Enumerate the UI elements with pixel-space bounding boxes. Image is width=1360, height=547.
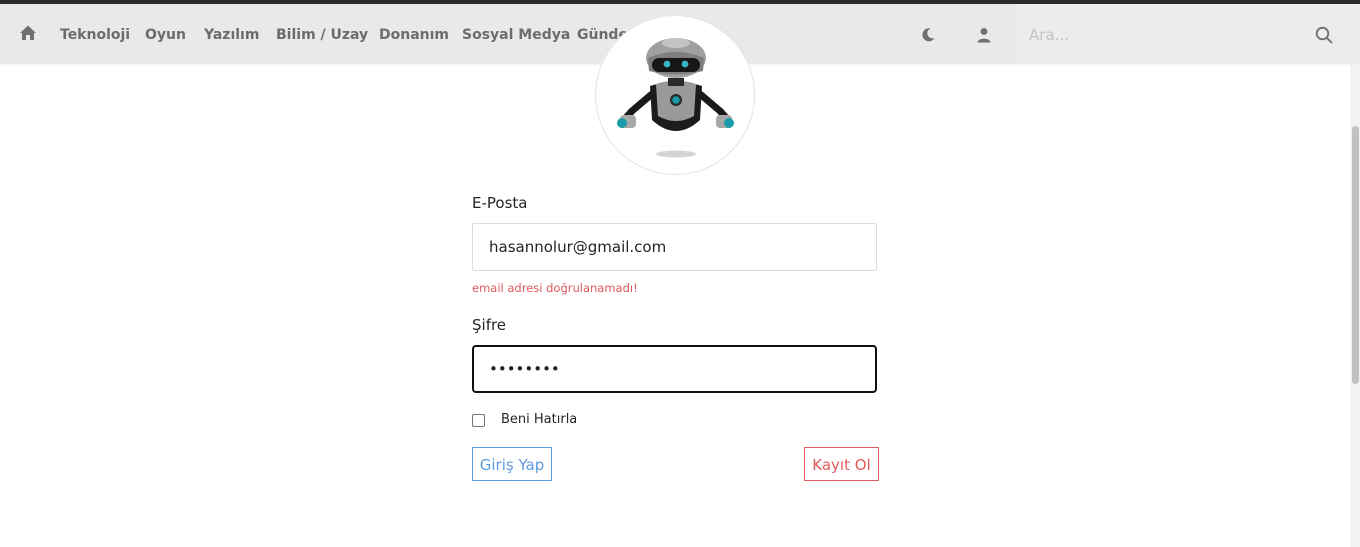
password-field[interactable] [472, 345, 877, 393]
nav-link-bilim-uzay[interactable]: Bilim / Uzay [276, 4, 368, 64]
search-icon[interactable] [1315, 26, 1333, 44]
email-field[interactable] [472, 223, 877, 271]
remember-me-label[interactable]: Beni Hatırla [501, 412, 577, 427]
nav-link-sosyal-medya[interactable]: Sosyal Medya [462, 4, 570, 64]
email-label: E-Posta [472, 194, 528, 212]
moon-icon[interactable] [920, 27, 936, 43]
nav-link-oyun[interactable]: Oyun [145, 4, 186, 64]
home-icon[interactable] [19, 24, 37, 42]
user-icon[interactable] [976, 27, 992, 43]
search-input[interactable] [1027, 18, 1301, 52]
nav-link-teknoloji[interactable]: Teknoloji [60, 4, 130, 64]
register-button[interactable]: Kayıt Ol [804, 447, 879, 481]
search-box [1014, 4, 1360, 64]
nav-link-donanim[interactable]: Donanım [379, 4, 449, 64]
email-error-message: email adresi doğrulanamadı! [472, 281, 638, 295]
nav-link-yazilim[interactable]: Yazılım [204, 4, 259, 64]
remember-me-checkbox[interactable] [472, 414, 485, 427]
password-label: Şifre [472, 316, 507, 334]
scrollbar-thumb[interactable] [1352, 126, 1359, 384]
login-button[interactable]: Giriş Yap [472, 447, 552, 481]
robot-avatar [595, 15, 755, 175]
